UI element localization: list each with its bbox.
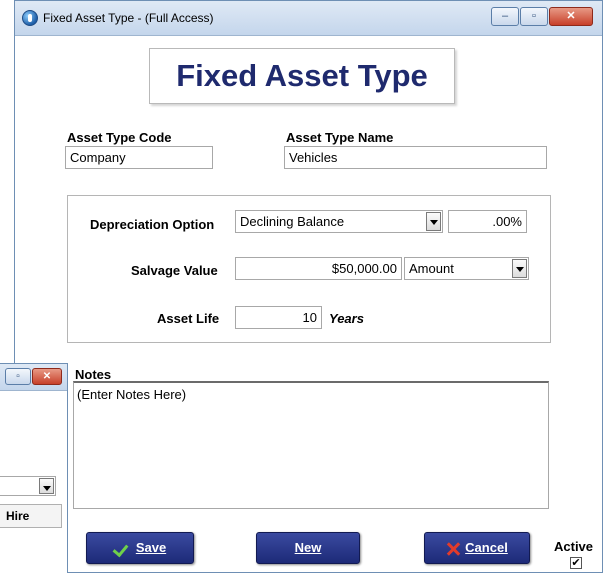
- salvage-value-field[interactable]: $50,000.00: [235, 257, 402, 280]
- save-button-label: Save: [135, 540, 167, 555]
- depreciation-option-select[interactable]: Declining Balance: [235, 210, 443, 233]
- check-icon: [114, 542, 130, 556]
- background-column-header[interactable]: Hire: [0, 504, 62, 528]
- active-label: Active: [554, 539, 594, 554]
- new-button-label: New: [294, 540, 322, 555]
- new-button[interactable]: New: [256, 532, 360, 564]
- depreciation-option-value: Declining Balance: [240, 214, 345, 229]
- asset-life-unit: Years: [329, 311, 364, 326]
- background-close-button[interactable]: ✕: [32, 368, 62, 385]
- chevron-down-icon[interactable]: [512, 259, 527, 278]
- page-title: Fixed Asset Type: [149, 48, 455, 104]
- chevron-down-icon[interactable]: [39, 478, 54, 494]
- background-window: ▫ ✕ Hire: [0, 363, 68, 573]
- chevron-down-icon[interactable]: [426, 212, 441, 231]
- depreciation-option-label: Depreciation Option: [90, 217, 215, 232]
- maximize-button[interactable]: ▫: [520, 7, 548, 26]
- asset-life-field[interactable]: 10: [235, 306, 322, 329]
- asset-life-label: Asset Life: [157, 311, 220, 326]
- salvage-value-label: Salvage Value: [131, 263, 218, 278]
- x-icon: [446, 542, 460, 556]
- title-bar[interactable]: Fixed Asset Type - (Full Access) – ▫ ✕: [15, 1, 602, 36]
- depreciation-rate-field[interactable]: .00%: [448, 210, 527, 233]
- minimize-button[interactable]: –: [491, 7, 519, 26]
- active-checkbox[interactable]: ✔: [570, 557, 582, 569]
- background-maximize-button[interactable]: ▫: [5, 368, 31, 385]
- save-button[interactable]: Save: [86, 532, 194, 564]
- asset-type-name-label: Asset Type Name: [286, 130, 394, 145]
- background-title-bar[interactable]: ▫ ✕: [0, 364, 67, 391]
- asset-type-code-field[interactable]: Company: [65, 146, 213, 169]
- notes-textarea[interactable]: (Enter Notes Here): [73, 381, 549, 509]
- cancel-button[interactable]: Cancel: [424, 532, 530, 564]
- cancel-button-label: Cancel: [465, 540, 508, 555]
- close-button[interactable]: ✕: [549, 7, 593, 26]
- background-select[interactable]: [0, 476, 56, 496]
- asset-type-code-label: Asset Type Code: [67, 130, 172, 145]
- salvage-type-select[interactable]: Amount: [404, 257, 529, 280]
- window-title: Fixed Asset Type - (Full Access): [43, 11, 214, 25]
- notes-label: Notes: [75, 367, 112, 382]
- fixed-asset-type-window: Fixed Asset Type - (Full Access) – ▫ ✕ F…: [14, 0, 603, 573]
- salvage-type-value: Amount: [409, 261, 454, 276]
- app-globe-icon[interactable]: [22, 10, 38, 26]
- asset-type-name-field[interactable]: Vehicles: [284, 146, 547, 169]
